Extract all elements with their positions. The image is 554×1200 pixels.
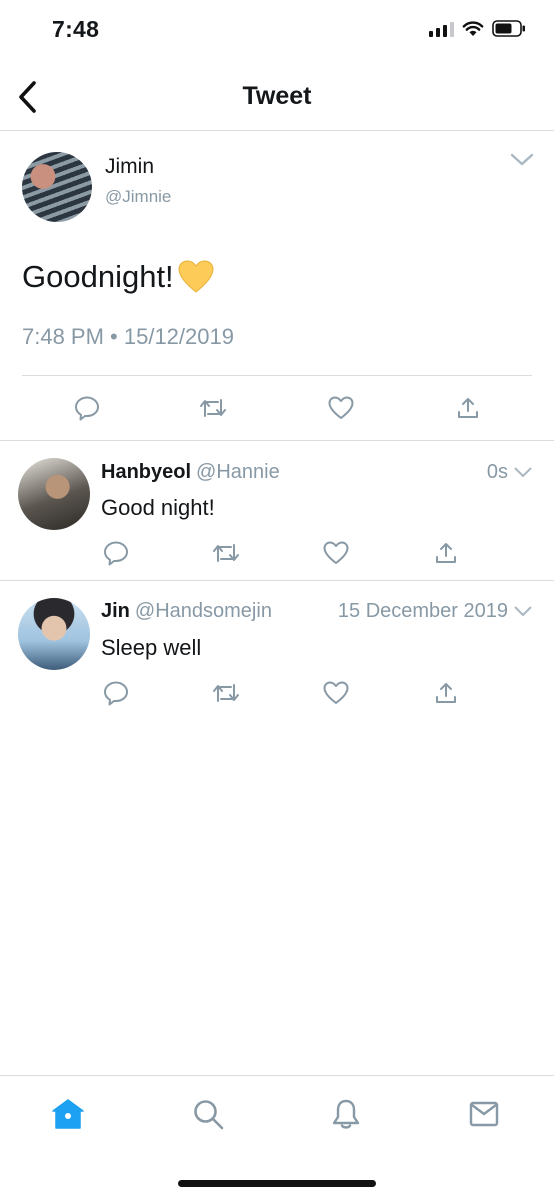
reply-time: 15 December 2019	[337, 600, 508, 622]
battery-icon	[492, 20, 525, 37]
reply-tweet[interactable]: Hanbyeol @Hannie 0s Good night!	[0, 441, 554, 581]
avatar[interactable]	[18, 598, 90, 670]
author-name[interactable]: Jimin	[105, 155, 154, 179]
search-icon	[194, 1100, 224, 1130]
tweet-options-button[interactable]	[510, 153, 534, 172]
retweet-icon	[200, 399, 226, 417]
reply-tweet[interactable]: Jin @Handsomejin 15 December 2019 Sleep w…	[0, 581, 554, 721]
reply-author[interactable]: Jin @Handsomejin	[101, 600, 272, 623]
chevron-down-icon[interactable]	[514, 467, 532, 478]
tweet-actions	[0, 393, 554, 423]
author-handle[interactable]: @Jimnie	[105, 187, 171, 207]
tweet-timestamp: 7:48 PM • 15/12/2019	[22, 324, 234, 349]
tweet-text-row: Goodnight!	[22, 259, 214, 295]
avatar[interactable]	[18, 458, 90, 530]
reply-icon	[104, 541, 128, 566]
reply-author-name: Hanbyeol	[101, 461, 192, 483]
heart-icon	[328, 396, 354, 419]
tab-search[interactable]	[190, 1096, 226, 1132]
divider	[22, 375, 532, 376]
avatar[interactable]	[22, 152, 92, 222]
home-icon	[52, 1099, 84, 1129]
reply-author-handle: @Handsomejin	[134, 600, 272, 622]
reply-icon	[104, 681, 128, 706]
tab-home[interactable]	[50, 1096, 86, 1132]
reply-author-name: Jin	[101, 600, 130, 622]
reply-meta: 0s	[487, 461, 532, 484]
page-title: Tweet	[242, 82, 312, 110]
share-icon	[436, 683, 456, 703]
tab-messages[interactable]	[466, 1096, 502, 1132]
heart-icon	[323, 541, 349, 564]
reply-text: Good night!	[101, 495, 215, 520]
wifi-icon	[462, 20, 484, 36]
retweet-button[interactable]	[198, 393, 228, 423]
reply-author-handle: @Hannie	[196, 461, 280, 483]
reply-meta: 15 December 2019	[338, 600, 532, 623]
heart-icon	[323, 681, 349, 704]
share-button[interactable]	[431, 538, 461, 568]
main-tweet: Jimin @Jimnie Goodnight! 7:48 PM • 15/12…	[0, 131, 554, 440]
cellular-signal-icon	[429, 21, 454, 37]
retweet-icon	[213, 544, 239, 562]
tweet-text: Goodnight!	[22, 259, 174, 294]
retweet-icon	[213, 684, 239, 702]
retweet-button[interactable]	[211, 678, 241, 708]
like-button[interactable]	[326, 393, 356, 423]
tab-notifications[interactable]	[328, 1096, 364, 1132]
share-button[interactable]	[431, 678, 461, 708]
status-icons	[429, 20, 526, 37]
share-button[interactable]	[453, 393, 483, 423]
share-icon	[436, 543, 456, 563]
retweet-button[interactable]	[211, 538, 241, 568]
notifications-bell-icon	[332, 1099, 360, 1129]
reply-text: Sleep well	[101, 635, 202, 660]
reply-time: 0s	[486, 461, 508, 483]
reply-button[interactable]	[72, 393, 102, 423]
yellow-heart-icon	[178, 260, 214, 293]
chevron-down-icon[interactable]	[514, 606, 532, 617]
reply-button[interactable]	[101, 678, 131, 708]
status-bar: 7:48	[0, 0, 554, 60]
reply-icon	[75, 396, 99, 421]
reply-button[interactable]	[101, 538, 131, 568]
chevron-down-icon	[510, 153, 534, 166]
like-button[interactable]	[321, 538, 351, 568]
nav-bar: Tweet	[0, 60, 554, 131]
share-icon	[458, 398, 478, 418]
messages-mail-icon	[469, 1101, 499, 1127]
home-indicator	[178, 1180, 376, 1187]
status-time: 7:48	[52, 16, 100, 42]
like-button[interactable]	[321, 678, 351, 708]
reply-author[interactable]: Hanbyeol @Hannie	[101, 461, 280, 484]
